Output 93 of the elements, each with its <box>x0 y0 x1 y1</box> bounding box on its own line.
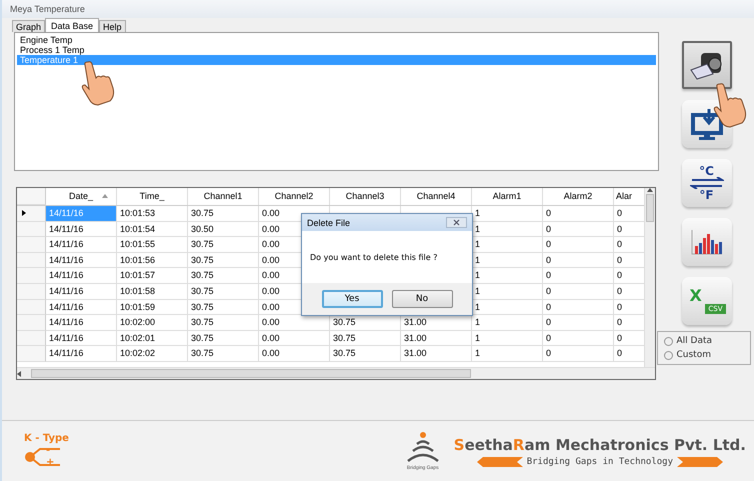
table-cell: 10:01:59 <box>117 300 188 316</box>
table-cell: 31.00 <box>401 346 472 362</box>
file-list-item[interactable]: Engine Temp <box>17 35 656 45</box>
column-header[interactable]: Date_ <box>46 188 117 205</box>
table-cell: 0.00 <box>259 330 330 346</box>
file-list-item[interactable]: Process 1 Temp <box>17 45 656 55</box>
table-cell: 10:01:54 <box>117 222 188 238</box>
close-icon <box>453 219 460 226</box>
table-cell: 30.75 <box>330 330 401 346</box>
table-cell: 0 <box>543 222 614 238</box>
ribbon-arrow-icon <box>476 456 523 466</box>
table-cell: 0 <box>543 268 614 284</box>
table-cell: 10:01:57 <box>117 268 188 284</box>
vertical-scrollbar[interactable] <box>644 188 655 368</box>
unit-label: °F <box>699 189 714 201</box>
table-cell: 30.75 <box>188 330 259 346</box>
table-cell: 10:02:01 <box>117 330 188 346</box>
scroll-thumb[interactable] <box>646 194 654 222</box>
scroll-thumb[interactable] <box>31 369 471 378</box>
column-header[interactable]: Channel1 <box>188 188 259 205</box>
table-cell: 0 <box>543 252 614 268</box>
radio-option[interactable]: All Data <box>664 336 744 346</box>
column-header[interactable]: Alarm1 <box>472 188 543 205</box>
table-cell: 0 <box>543 315 614 331</box>
table-cell: 10:01:55 <box>117 237 188 253</box>
swap-arrows-icon <box>690 177 724 189</box>
sensor-label: K - Type <box>24 432 69 444</box>
table-cell: 14/11/16 <box>46 300 117 316</box>
table-cell: 1 <box>472 315 543 331</box>
table-cell: 30.50 <box>188 222 259 238</box>
dialog-button[interactable]: Yes <box>322 290 382 308</box>
tagline: Bridging Gaps in Technology <box>526 456 674 466</box>
table-cell: 10:02:02 <box>117 346 188 362</box>
column-header[interactable]: Channel4 <box>401 188 472 205</box>
scroll-left-icon <box>17 370 21 377</box>
company-name: SeethaRam Mechatronics Pvt. Ltd. <box>454 436 746 454</box>
table-cell: 0 <box>543 300 614 316</box>
table-cell: 14/11/16 <box>46 222 117 238</box>
table-cell: 0 <box>543 206 614 222</box>
horizontal-scrollbar[interactable] <box>17 367 655 379</box>
table-cell: 30.75 <box>330 346 401 362</box>
table-cell: 30.75 <box>188 268 259 284</box>
dialog-button[interactable]: No <box>392 290 452 308</box>
table-cell: 0 <box>543 346 614 362</box>
row-header[interactable] <box>17 206 46 222</box>
tool-button[interactable]: °C °F <box>682 159 732 207</box>
table-cell: 14/11/16 <box>46 284 117 300</box>
tab[interactable]: Help <box>99 20 126 32</box>
table-cell: 30.75 <box>188 300 259 316</box>
spreadsheet-letter: X <box>690 288 702 304</box>
window-title: Meya Temperature <box>10 4 85 14</box>
tab[interactable]: Data Base <box>45 18 100 32</box>
table-cell: 1 <box>472 346 543 362</box>
table-cell: 30.75 <box>188 346 259 362</box>
table-cell: 14/11/16 <box>46 346 117 362</box>
unit-label: °C <box>699 165 714 177</box>
arcs-logo-icon <box>406 431 440 465</box>
table-cell: 30.75 <box>188 284 259 300</box>
table-cell: 10:01:56 <box>117 252 188 268</box>
table-cell: 14/11/16 <box>46 268 117 284</box>
table-cell: 30.75 <box>188 315 259 331</box>
radio-option[interactable]: Custom <box>664 350 744 360</box>
table-cell: 30.75 <box>188 237 259 253</box>
scroll-up-icon <box>647 188 654 192</box>
table-cell: 0.00 <box>259 346 330 362</box>
table-cell: 14/11/16 <box>46 330 117 346</box>
bar-chart-icon <box>690 228 724 256</box>
table-cell: 30.75 <box>188 206 259 222</box>
table-cell: 14/11/16 <box>46 206 117 222</box>
column-header[interactable]: Channel3 <box>330 188 401 205</box>
table-cell: 14/11/16 <box>46 252 117 268</box>
table-cell: 14/11/16 <box>46 315 117 331</box>
table-cell: 10:02:00 <box>117 315 188 331</box>
column-header[interactable]: Time_ <box>117 188 188 205</box>
device-icon <box>688 50 724 80</box>
column-header[interactable]: Alarm2 <box>543 188 614 205</box>
table-cell: 1 <box>472 330 543 346</box>
tool-button[interactable] <box>682 41 732 89</box>
close-button[interactable] <box>446 217 467 228</box>
tab[interactable]: Graph <box>12 20 46 32</box>
table-cell: 30.75 <box>188 252 259 268</box>
table-cell: 31.00 <box>401 330 472 346</box>
column-header[interactable]: Alar <box>614 188 644 205</box>
ribbon-arrow-icon <box>677 456 724 466</box>
table-cell: 14/11/16 <box>46 237 117 253</box>
tool-button[interactable] <box>682 218 732 266</box>
table-cell: 0 <box>543 237 614 253</box>
column-header[interactable]: Channel2 <box>259 188 330 205</box>
table-cell: 10:01:53 <box>117 206 188 222</box>
table-cell: 0 <box>543 284 614 300</box>
monitor-download-icon <box>690 107 724 141</box>
table-cell: 0 <box>543 330 614 346</box>
table-cell: 10:01:58 <box>117 284 188 300</box>
